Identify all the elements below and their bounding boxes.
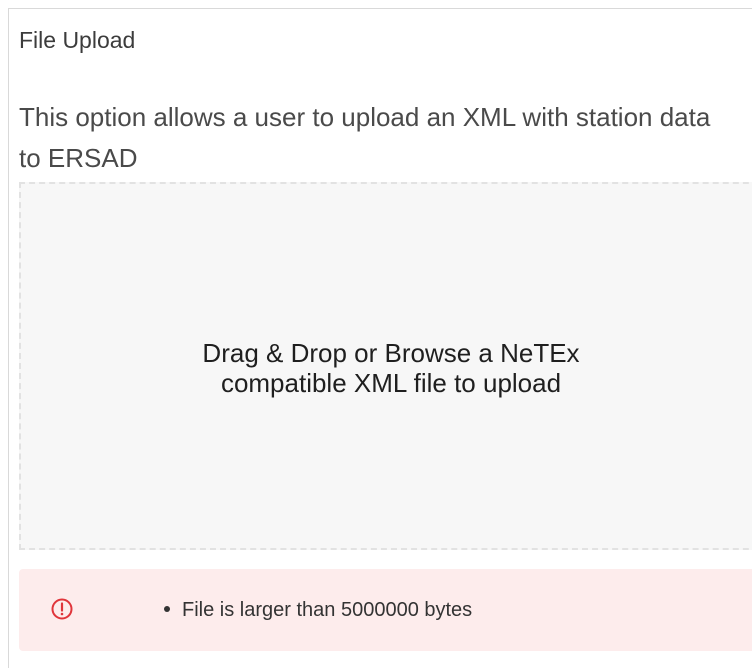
error-list: File is larger than 5000000 bytes xyxy=(164,598,472,622)
error-message: File is larger than 5000000 bytes xyxy=(182,599,473,621)
exclamation-circle-icon xyxy=(51,598,73,620)
file-upload-panel: File Upload This option allows a user to… xyxy=(8,8,752,668)
error-item: File is larger than 5000000 bytes xyxy=(164,598,472,622)
dropzone-instructions: Drag & Drop or Browse a NeTEx compatible… xyxy=(21,338,752,398)
dropzone-line-1: Drag & Drop or Browse a NeTEx xyxy=(202,338,580,368)
panel-description: This option allows a user to upload an X… xyxy=(19,102,711,173)
error-banner: File is larger than 5000000 bytes xyxy=(19,569,752,651)
bullet-icon xyxy=(164,606,170,613)
panel-title: File Upload xyxy=(19,27,136,53)
dropzone-line-2: compatible XML file to upload xyxy=(220,368,562,398)
file-dropzone[interactable]: Drag & Drop or Browse a NeTEx compatible… xyxy=(19,182,752,550)
